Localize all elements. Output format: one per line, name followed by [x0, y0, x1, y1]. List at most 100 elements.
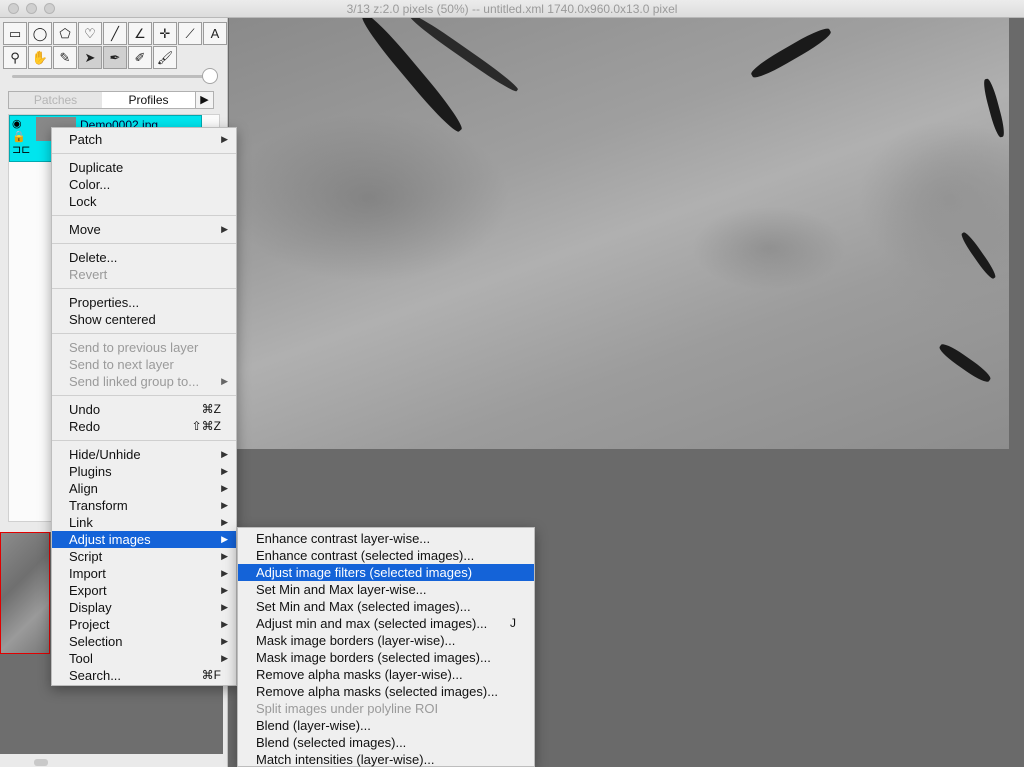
menu-item-mask-image-borders-selected-images[interactable]: Mask image borders (selected images)... [238, 649, 534, 666]
menu-item-adjust-min-and-max-selected-images[interactable]: Adjust min and max (selected images)... J [238, 615, 534, 632]
menu-item-lock[interactable]: Lock [52, 193, 236, 210]
menu-item-export[interactable]: Export ▶ [52, 582, 236, 599]
line-tool-button[interactable]: ╱ [103, 22, 127, 45]
freehand-select-icon: ♡ [84, 25, 96, 41]
menu-item-link[interactable]: Link ▶ [52, 514, 236, 531]
menu-item-enhance-contrast-layer-wise[interactable]: Enhance contrast layer-wise... [238, 530, 534, 547]
angle-tool-button[interactable]: ∠ [128, 22, 152, 45]
menu-item-patch[interactable]: Patch ▶ [52, 131, 236, 148]
menu-item-align[interactable]: Align ▶ [52, 480, 236, 497]
menu-item-duplicate[interactable]: Duplicate [52, 159, 236, 176]
wand-tool-button[interactable]: ⟋ [178, 22, 202, 45]
menu-item-selection[interactable]: Selection ▶ [52, 633, 236, 650]
polygon-select-button[interactable]: ⬠ [53, 22, 77, 45]
submenu-arrow-icon: ▶ [221, 483, 228, 493]
panel-scrollbar[interactable] [34, 759, 48, 766]
menu-item-import[interactable]: Import ▶ [52, 565, 236, 582]
menu-item-send-to-previous-layer: Send to previous layer [52, 339, 236, 356]
menu-item-show-centered[interactable]: Show centered [52, 311, 236, 328]
color-picker-icon: ✎ [59, 49, 71, 65]
hand-tool-icon: ✋ [31, 49, 49, 65]
menu-item-blend-layer-wise[interactable]: Blend (layer-wise)... [238, 717, 534, 734]
menu-item-split-images-under-polyline-roi: Split images under polyline ROI [238, 700, 534, 717]
menu-item-match-intensities-layer-wise[interactable]: Match intensities (layer-wise)... [238, 751, 534, 767]
menu-item-label: Send to previous layer [69, 340, 199, 355]
menu-item-label: Mask image borders (layer-wise)... [256, 633, 456, 648]
menu-item-label: Duplicate [69, 160, 124, 175]
image-dark-streak [981, 77, 1007, 139]
freehand-select-button[interactable]: ♡ [78, 22, 102, 45]
adjust-images-submenu: Enhance contrast layer-wise... Enhance co… [237, 527, 535, 767]
menu-item-transform[interactable]: Transform ▶ [52, 497, 236, 514]
menu-item-label: Revert [69, 267, 108, 282]
menu-item-label: Transform [69, 498, 128, 513]
menu-separator [52, 215, 236, 216]
menu-item-enhance-contrast-selected-images[interactable]: Enhance contrast (selected images)... [238, 547, 534, 564]
menu-item-label: Move [69, 222, 101, 237]
navigator-thumbnail[interactable] [0, 532, 50, 654]
menu-item-blend-selected-images[interactable]: Blend (selected images)... [238, 734, 534, 751]
menu-item-remove-alpha-masks-layer-wise[interactable]: Remove alpha masks (layer-wise)... [238, 666, 534, 683]
menu-item-label: Blend (selected images)... [256, 735, 407, 750]
menu-item-adjust-image-filters-selected-images[interactable]: Adjust image filters (selected images) [238, 564, 534, 581]
angle-tool-icon: ∠ [134, 25, 146, 41]
menu-item-redo[interactable]: Redo ⇧⌘Z [52, 418, 236, 435]
menu-separator [52, 333, 236, 334]
menu-item-label: Color... [69, 177, 111, 192]
menu-item-delete[interactable]: Delete... [52, 249, 236, 266]
pen-tool-button[interactable]: ✒ [103, 46, 127, 69]
menu-item-label: Project [69, 617, 110, 632]
menu-item-set-min-and-max-selected-images[interactable]: Set Min and Max (selected images)... [238, 598, 534, 615]
panel-tabs: Patches Profiles ▶ [8, 91, 214, 109]
tabs-more-arrow-icon[interactable]: ▶ [195, 92, 213, 108]
visibility-eye-icon[interactable]: ◉ [12, 118, 34, 131]
tab-patches[interactable]: Patches [9, 92, 102, 108]
menu-item-adjust-images[interactable]: Adjust images ▶ [52, 531, 236, 548]
pencil-tool-button[interactable]: ✐ [128, 46, 152, 69]
menu-item-properties[interactable]: Properties... [52, 294, 236, 311]
window-title: 3/13 z:2.0 pixels (50%) -- untitled.xml … [346, 2, 678, 16]
rectangle-select-icon: ▭ [8, 25, 22, 41]
menu-item-move[interactable]: Move ▶ [52, 221, 236, 238]
brush-tool-button[interactable]: 🖌 [153, 46, 177, 69]
menu-item-undo[interactable]: Undo ⌘Z [52, 401, 236, 418]
submenu-arrow-icon: ▶ [221, 636, 228, 646]
menu-item-label: Align [69, 481, 98, 496]
arrow-tool-button[interactable]: ➤ [78, 46, 102, 69]
oval-select-icon: ◯ [32, 25, 48, 41]
menu-item-display[interactable]: Display ▶ [52, 599, 236, 616]
text-tool-button[interactable]: A [203, 22, 227, 45]
menu-item-send-to-next-layer: Send to next layer [52, 356, 236, 373]
menu-item-tool[interactable]: Tool ▶ [52, 650, 236, 667]
submenu-arrow-icon: ▶ [221, 500, 228, 510]
menu-item-label: Blend (layer-wise)... [256, 718, 371, 733]
menu-item-set-min-and-max-layer-wise[interactable]: Set Min and Max layer-wise... [238, 581, 534, 598]
point-tool-button[interactable]: ✛ [153, 22, 177, 45]
menu-item-hide-unhide[interactable]: Hide/Unhide ▶ [52, 446, 236, 463]
menu-item-remove-alpha-masks-selected-images[interactable]: Remove alpha masks (selected images)... [238, 683, 534, 700]
image-canvas[interactable] [229, 18, 1009, 449]
zoom-slider-knob[interactable] [202, 68, 218, 84]
menu-item-project[interactable]: Project ▶ [52, 616, 236, 633]
submenu-arrow-icon: ▶ [221, 585, 228, 595]
menu-item-label: Delete... [69, 250, 118, 265]
link-icon[interactable]: ⊐⊏ [12, 144, 34, 157]
rectangle-select-button[interactable]: ▭ [3, 22, 27, 45]
lock-icon[interactable]: 🔒 [12, 131, 34, 144]
zoom-slider-track[interactable] [12, 75, 212, 78]
menu-item-mask-image-borders-layer-wise[interactable]: Mask image borders (layer-wise)... [238, 632, 534, 649]
color-picker-button[interactable]: ✎ [53, 46, 77, 69]
menu-item-search[interactable]: Search... ⌘F [52, 667, 236, 684]
oval-select-button[interactable]: ◯ [28, 22, 52, 45]
menu-item-script[interactable]: Script ▶ [52, 548, 236, 565]
menu-item-color[interactable]: Color... [52, 176, 236, 193]
magnifier-icon: ⚲ [10, 49, 20, 65]
menu-item-label: Match intensities (layer-wise)... [256, 752, 435, 767]
menu-item-label: Import [69, 566, 106, 581]
menu-shortcut: ⌘F [201, 668, 221, 682]
menu-item-plugins[interactable]: Plugins ▶ [52, 463, 236, 480]
menu-item-label: Remove alpha masks (layer-wise)... [256, 667, 463, 682]
magnifier-button[interactable]: ⚲ [3, 46, 27, 69]
tab-profiles[interactable]: Profiles [102, 92, 195, 108]
hand-tool-button[interactable]: ✋ [28, 46, 52, 69]
